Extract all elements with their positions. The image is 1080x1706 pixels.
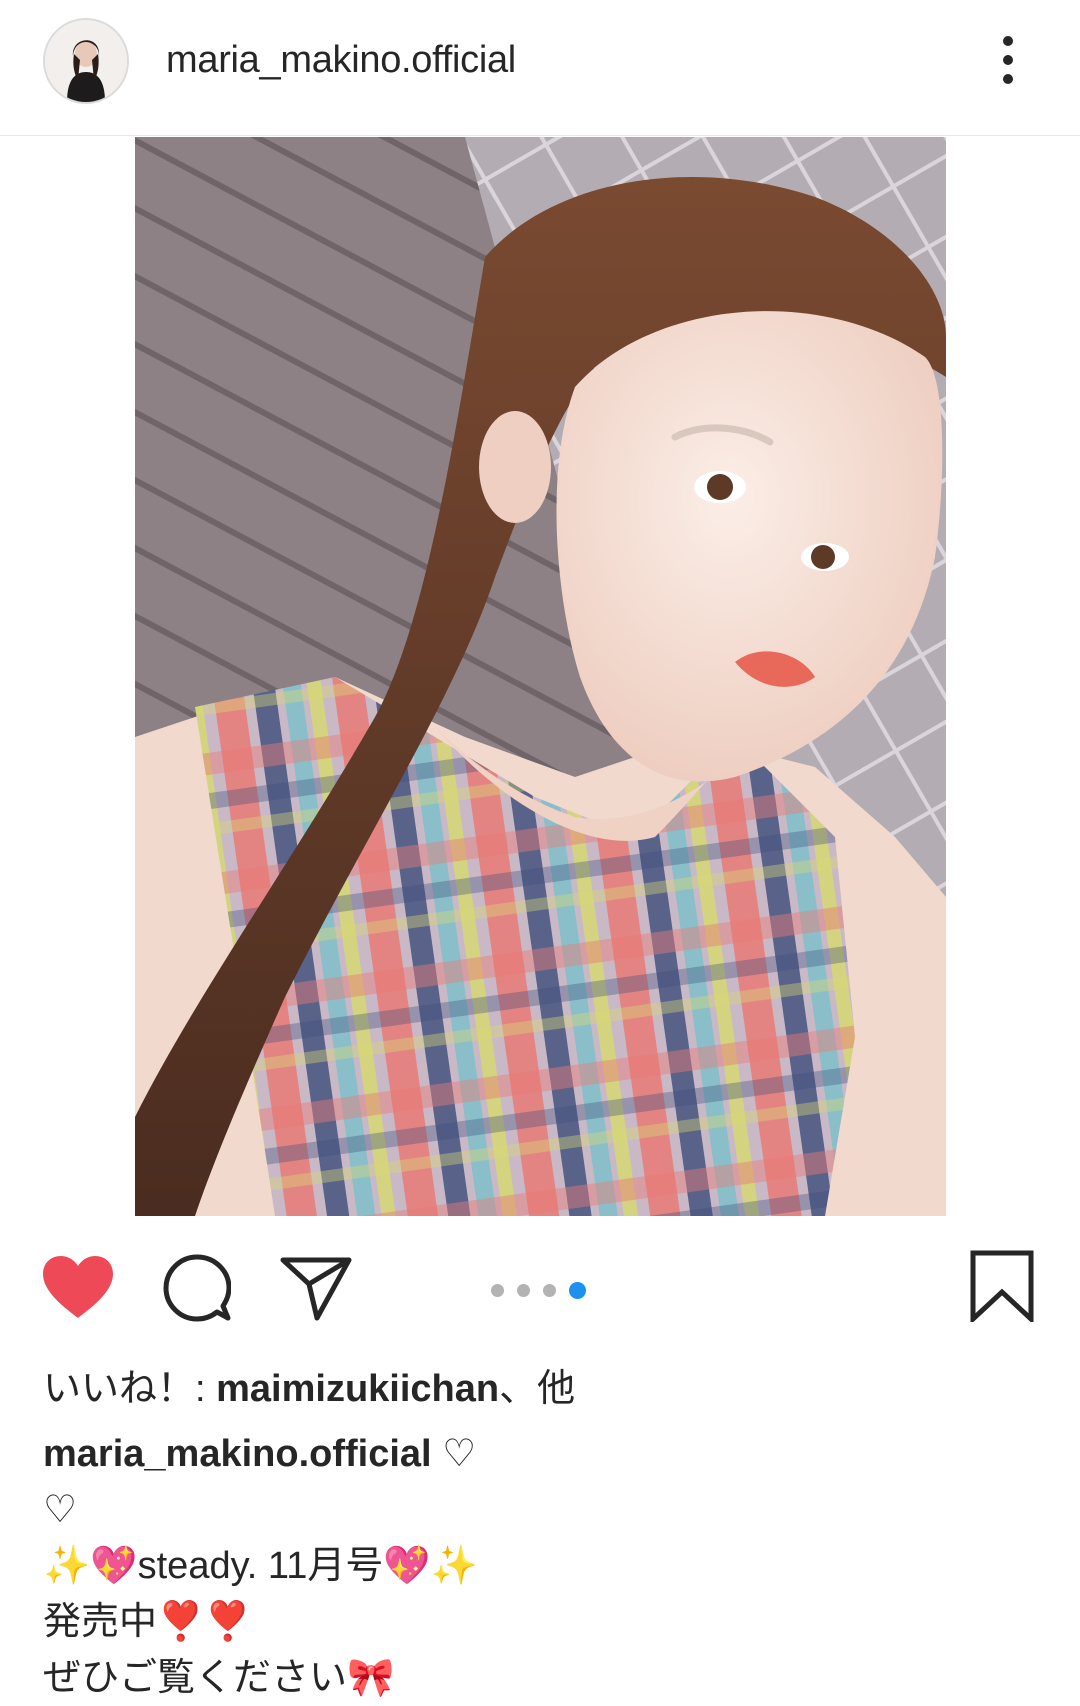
like-button[interactable] (41, 1254, 115, 1325)
avatar[interactable] (43, 18, 129, 104)
header-username[interactable]: maria_makino.official (166, 36, 516, 84)
more-options-icon[interactable] (988, 30, 1028, 90)
bookmark-icon (970, 1250, 1034, 1325)
likes-user[interactable]: maimizukiichan (216, 1368, 499, 1410)
caption-line-4: 発売中❣️❣️ (43, 1601, 252, 1643)
comment-button[interactable] (163, 1254, 232, 1327)
post-header: maria_makino.official (0, 0, 1080, 136)
heart-filled-icon (43, 1256, 113, 1318)
caption-username[interactable]: maria_makino.official (43, 1433, 432, 1475)
carousel-dot (491, 1284, 504, 1297)
save-button[interactable] (970, 1250, 1034, 1327)
more-dot (1003, 55, 1013, 65)
caption-line-1: maria_makino.official ♡ (43, 1426, 1043, 1482)
send-icon (280, 1257, 352, 1321)
caption-line-3: ✨💖steady. 11月号💖✨ (43, 1545, 478, 1587)
comment-icon (163, 1254, 232, 1322)
post-photo[interactable] (135, 137, 946, 1216)
caption-line-5: ぜひご覧ください🎀 (43, 1657, 395, 1699)
carousel-dot (517, 1284, 530, 1297)
likes-suffix: 、他 (499, 1368, 576, 1410)
caption-line-2: ♡ (43, 1489, 78, 1531)
likes-prefix: いいね！: (43, 1368, 217, 1410)
post-caption: maria_makino.official ♡ ♡ ✨💖steady. 11月号… (43, 1426, 1043, 1706)
carousel-dot (543, 1284, 556, 1297)
caption-text: ♡ (431, 1433, 477, 1475)
post-actions (0, 1240, 1080, 1330)
carousel-indicator (491, 1282, 586, 1299)
likes-summary[interactable]: いいね！: maimizukiichan、他 (43, 1364, 575, 1414)
more-dot (1003, 36, 1013, 46)
share-button[interactable] (280, 1256, 352, 1327)
avatar-image (45, 20, 127, 102)
carousel-dot-active (569, 1282, 586, 1299)
post-photo-image (135, 137, 946, 1216)
more-dot (1003, 74, 1013, 84)
